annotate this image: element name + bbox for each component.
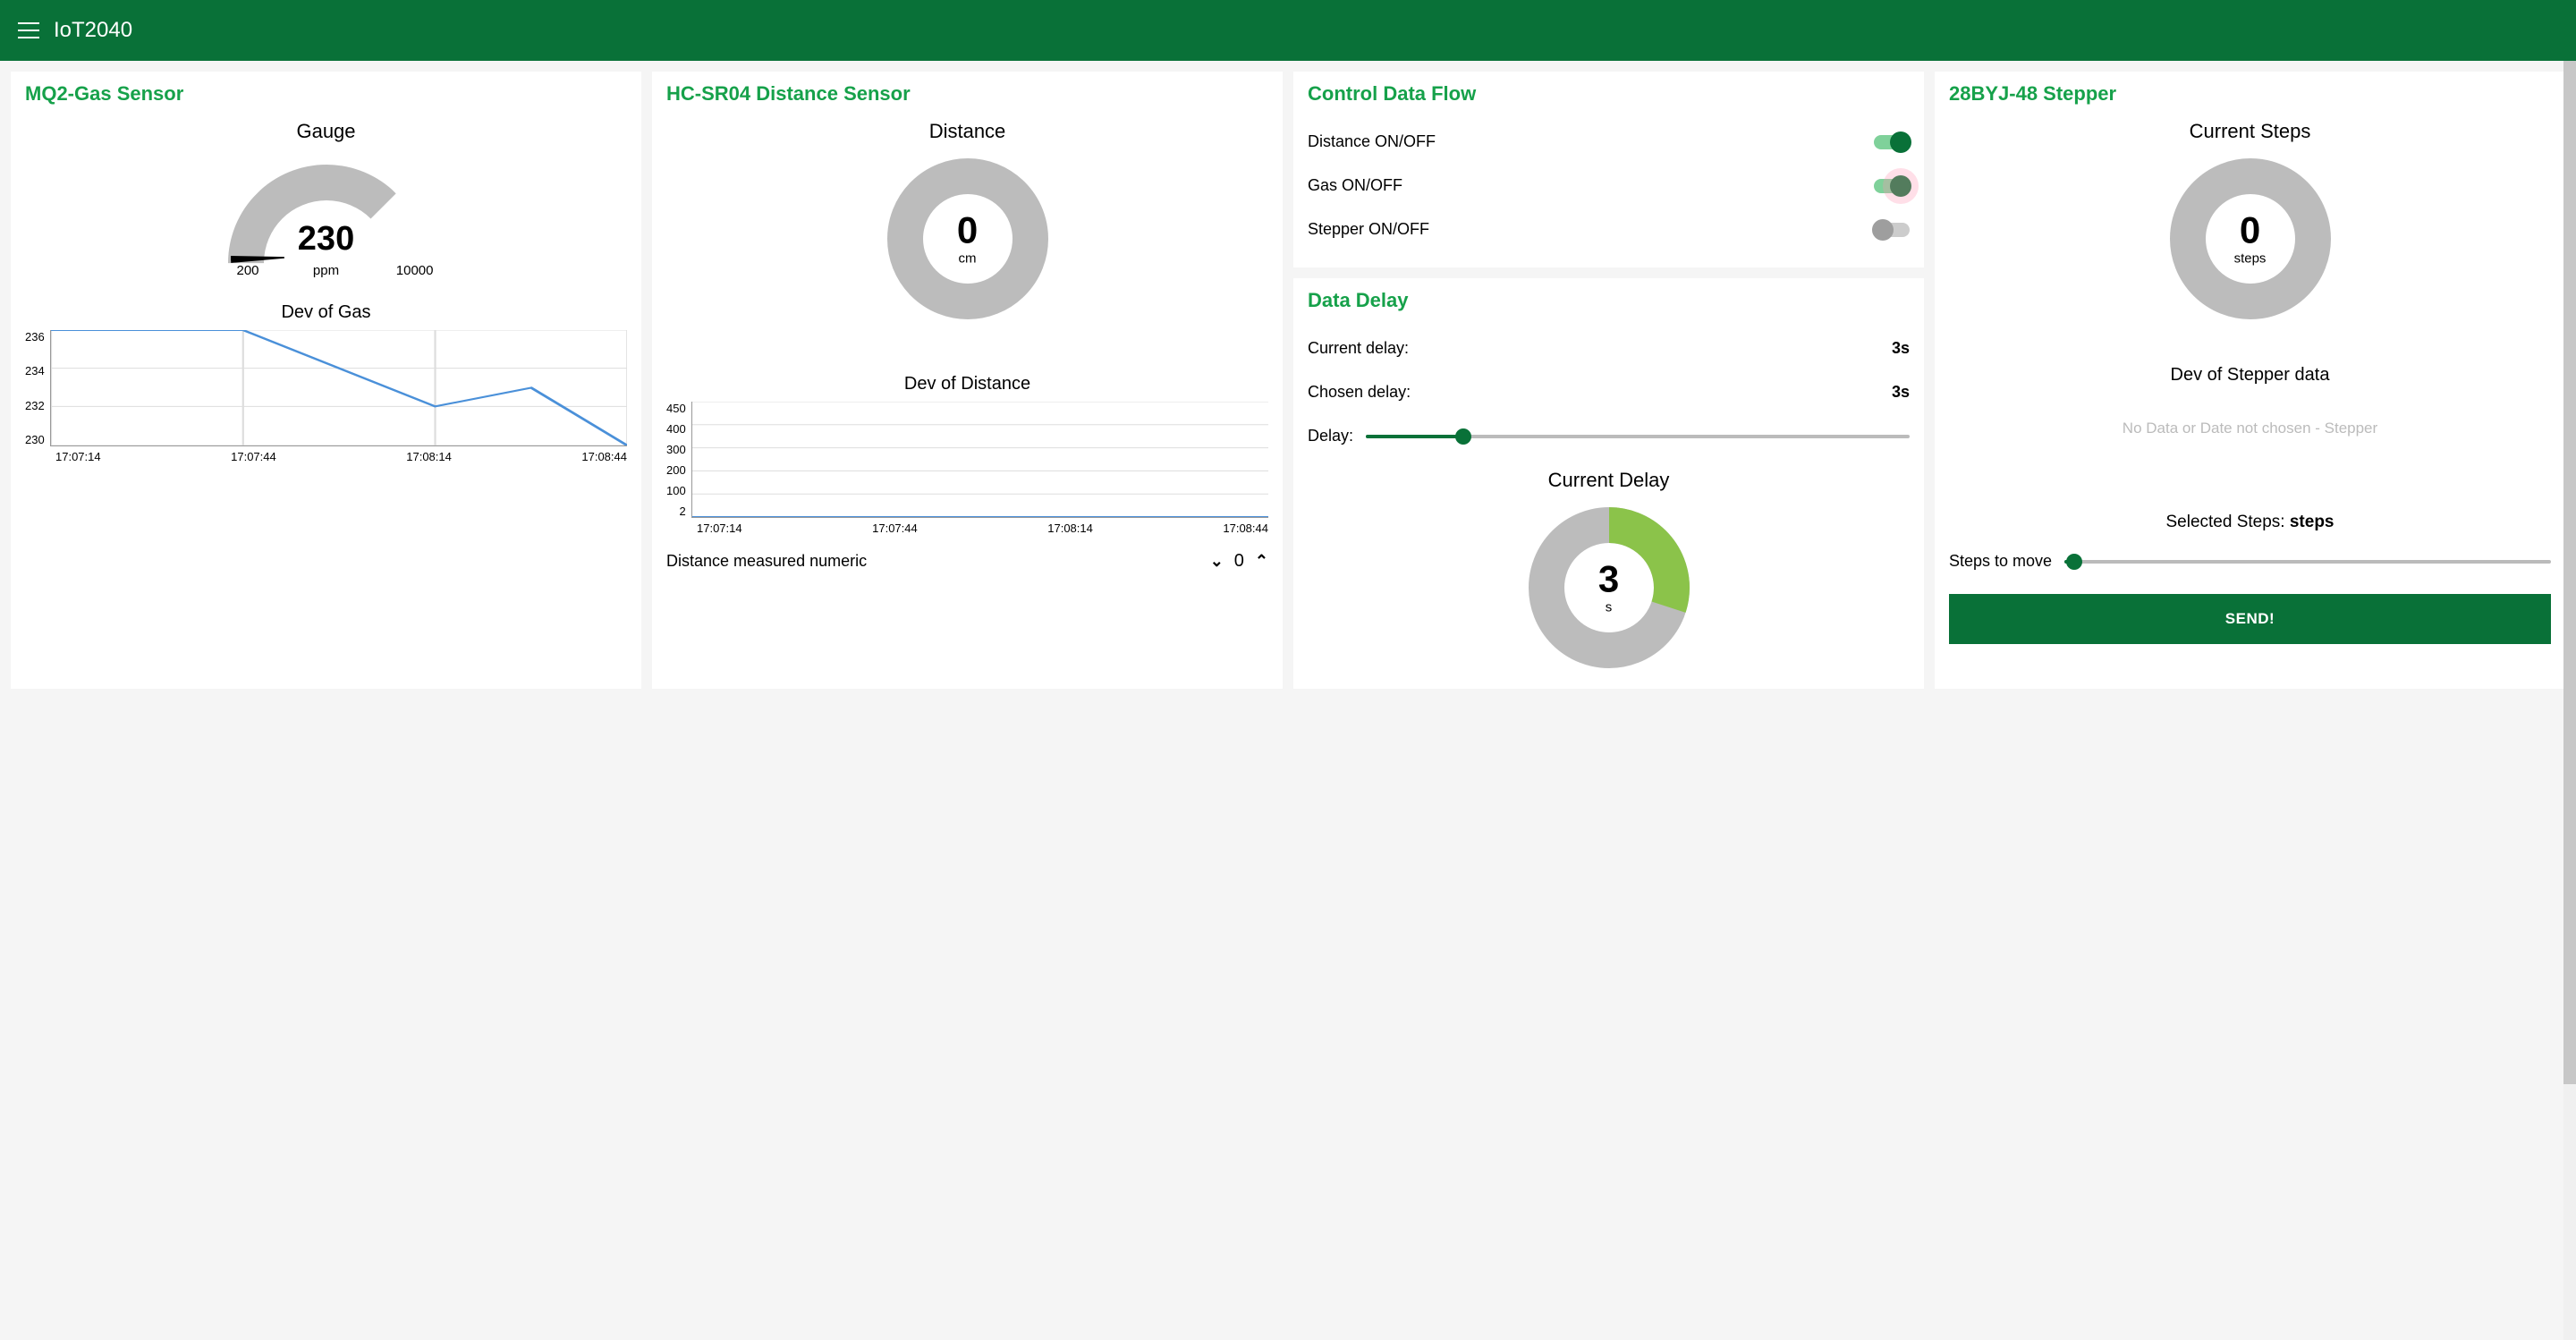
gas-gauge-unit: ppm <box>313 263 339 278</box>
stepper-ring-unit: steps <box>2234 251 2267 267</box>
stepper-chart-empty: No Data or Date not chosen - Stepper <box>1949 393 2551 464</box>
scrollbar-thumb[interactable] <box>2563 61 2576 1084</box>
distance-chart-title: Dev of Distance <box>666 374 1268 394</box>
stepper-ring-label: Current Steps <box>1949 120 2551 143</box>
xtick: 17:07:44 <box>231 450 276 463</box>
xtick: 17:08:14 <box>1047 522 1093 535</box>
menu-icon[interactable] <box>18 22 39 38</box>
distance-numeric-stepper[interactable]: ⌄ 0 ⌃ <box>1210 551 1268 572</box>
switch-distance-label: Distance ON/OFF <box>1308 132 1436 151</box>
selected-steps-value: steps <box>2290 513 2334 531</box>
dashboard-grid: MQ2-Gas Sensor Gauge 230 ppm 200 10000 D… <box>0 61 2576 700</box>
switch-gas[interactable] <box>1874 179 1910 193</box>
distance-ring-value: 0 <box>957 212 978 250</box>
gas-chart-title: Dev of Gas <box>25 302 627 323</box>
distance-numeric-value: 0 <box>1234 551 1244 572</box>
stepper-chart-title: Dev of Stepper data <box>1949 365 2551 386</box>
distance-title: HC-SR04 Distance Sensor <box>666 82 1268 106</box>
gas-panel: MQ2-Gas Sensor Gauge 230 ppm 200 10000 D… <box>11 72 641 689</box>
send-button[interactable]: SEND! <box>1949 594 2551 644</box>
gas-gauge-label: Gauge <box>25 120 627 143</box>
ytick: 100 <box>666 484 686 497</box>
stepper-panel: 28BYJ-48 Stepper Current Steps 0 steps D… <box>1935 72 2565 689</box>
ytick: 450 <box>666 402 686 415</box>
delay-slider-label: Delay: <box>1308 427 1353 445</box>
current-delay-ring-unit: s <box>1598 600 1619 615</box>
ytick: 232 <box>25 399 45 412</box>
xtick: 17:07:14 <box>697 522 742 535</box>
xtick: 17:07:14 <box>55 450 101 463</box>
stepper-ring: 0 steps <box>2165 154 2335 324</box>
current-delay-ring-label: Current Delay <box>1308 469 1910 492</box>
chosen-delay-value: 3s <box>1892 383 1910 402</box>
app-header: IoT2040 <box>0 0 2576 61</box>
ytick: 2 <box>666 505 686 518</box>
chosen-delay-label: Chosen delay: <box>1308 383 1411 402</box>
ytick: 400 <box>666 422 686 436</box>
chevron-down-icon[interactable]: ⌄ <box>1210 552 1224 571</box>
gas-gauge-max: 10000 <box>396 263 434 278</box>
current-delay-label: Current delay: <box>1308 339 1409 358</box>
xtick: 17:08:44 <box>581 450 627 463</box>
distance-chart: 450 400 300 200 100 2 17:07:1 <box>666 402 1268 535</box>
distance-ring-label: Distance <box>666 120 1268 143</box>
stepper-title: 28BYJ-48 Stepper <box>1949 82 2551 106</box>
gas-gauge-value: 230 <box>298 220 354 259</box>
xtick: 17:07:44 <box>872 522 918 535</box>
delay-slider[interactable] <box>1366 435 1910 438</box>
xtick: 17:08:44 <box>1223 522 1268 535</box>
current-delay-ring-value: 3 <box>1598 561 1619 598</box>
switch-stepper[interactable] <box>1874 223 1910 237</box>
ytick: 200 <box>666 463 686 477</box>
steps-slider-label: Steps to move <box>1949 552 2052 571</box>
switch-distance[interactable] <box>1874 135 1910 149</box>
data-delay-title: Data Delay <box>1308 289 1910 312</box>
stepper-ring-value: 0 <box>2234 212 2267 250</box>
ytick: 236 <box>25 330 45 343</box>
app-title: IoT2040 <box>54 18 132 43</box>
switch-gas-label: Gas ON/OFF <box>1308 176 1402 195</box>
chevron-up-icon[interactable]: ⌃ <box>1255 552 1268 571</box>
ytick: 300 <box>666 443 686 456</box>
current-delay-ring: 3 s <box>1524 503 1694 673</box>
steps-slider[interactable] <box>2064 560 2551 564</box>
selected-steps-label: Selected Steps: <box>2165 513 2284 531</box>
gas-chart: 236 234 232 230 17:07:14 17: <box>25 330 627 463</box>
distance-panel: HC-SR04 Distance Sensor Distance 0 cm De… <box>652 72 1283 689</box>
xtick: 17:08:14 <box>406 450 452 463</box>
control-column: Control Data Flow Distance ON/OFF Gas ON… <box>1293 72 1924 689</box>
current-delay-value: 3s <box>1892 339 1910 358</box>
switch-stepper-label: Stepper ON/OFF <box>1308 220 1429 239</box>
gas-gauge: 230 ppm 200 10000 <box>228 165 425 263</box>
ytick: 234 <box>25 364 45 377</box>
control-title: Control Data Flow <box>1308 82 1910 106</box>
gas-title: MQ2-Gas Sensor <box>25 82 627 106</box>
ytick: 230 <box>25 433 45 446</box>
distance-numeric-label: Distance measured numeric <box>666 552 867 571</box>
gas-gauge-min: 200 <box>237 263 259 278</box>
distance-ring: 0 cm <box>883 154 1053 324</box>
scrollbar[interactable] <box>2563 61 2576 1340</box>
distance-ring-unit: cm <box>957 251 978 267</box>
